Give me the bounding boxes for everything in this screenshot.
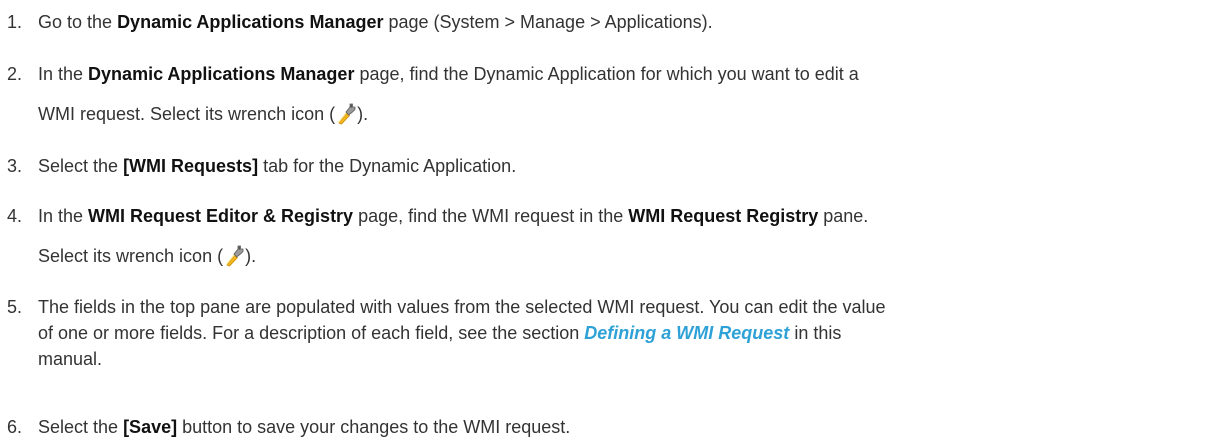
step-text-pre: In the xyxy=(38,64,89,84)
step-text-post: button to save your changes to the WMI r… xyxy=(177,417,571,437)
step-text-mid: page, find the Dynamic Application for w… xyxy=(354,64,859,84)
page-name-bold: Dynamic Applications Manager xyxy=(88,64,355,84)
step-text: Go to the Dynamic Applications Manager p… xyxy=(38,9,1203,35)
step-number: 1. xyxy=(7,12,23,32)
step-number: 2. xyxy=(7,64,23,84)
step-text-pre: In the xyxy=(38,206,89,226)
pane-name-bold: WMI Request Registry xyxy=(628,206,819,226)
step-number: 6. xyxy=(7,417,23,437)
step-text-line2-post: ). xyxy=(245,246,257,266)
step-text-line2-pre: of one or more fields. For a description… xyxy=(38,323,585,343)
step-text: In the WMI Request Editor & Registry pag… xyxy=(38,203,1203,269)
page-name-bold: Dynamic Applications Manager xyxy=(117,12,384,32)
step-number: 4. xyxy=(7,206,23,226)
tab-name-bold: [WMI Requests] xyxy=(123,156,259,176)
step-text-post: pane. xyxy=(818,206,869,226)
wrench-icon xyxy=(224,245,244,267)
section-link[interactable]: Defining a WMI Request xyxy=(584,323,789,343)
step-text-line3: manual. xyxy=(38,349,103,369)
wrench-icon xyxy=(336,103,356,125)
step-text: Select the [WMI Requests] tab for the Dy… xyxy=(38,153,1203,179)
step-text-post: tab for the Dynamic Application. xyxy=(258,156,517,176)
step-text: The fields in the top pane are populated… xyxy=(38,294,1203,372)
step-text-line2-post: in this xyxy=(789,323,842,343)
step-number: 5. xyxy=(7,297,23,317)
step-text-pre: Select the xyxy=(38,417,124,437)
page-name-bold: WMI Request Editor & Registry xyxy=(88,206,354,226)
step-text-pre: Go to the xyxy=(38,12,118,32)
step-text-post: page (System > Manage > Applications). xyxy=(383,12,713,32)
step-text-line2-pre: WMI request. Select its wrench icon ( xyxy=(38,104,336,124)
step-text: In the Dynamic Applications Manager page… xyxy=(38,61,1203,127)
step-number: 3. xyxy=(7,156,23,176)
step-text-pre: Select the xyxy=(38,156,124,176)
step-text-line1: The fields in the top pane are populated… xyxy=(38,297,886,317)
step-text: Select the [Save] button to save your ch… xyxy=(38,414,1203,440)
button-name-bold: [Save] xyxy=(123,417,178,437)
step-text-line2-post: ). xyxy=(357,104,369,124)
step-text-line2-pre: Select its wrench icon ( xyxy=(38,246,224,266)
step-text-mid: page, find the WMI request in the xyxy=(353,206,629,226)
